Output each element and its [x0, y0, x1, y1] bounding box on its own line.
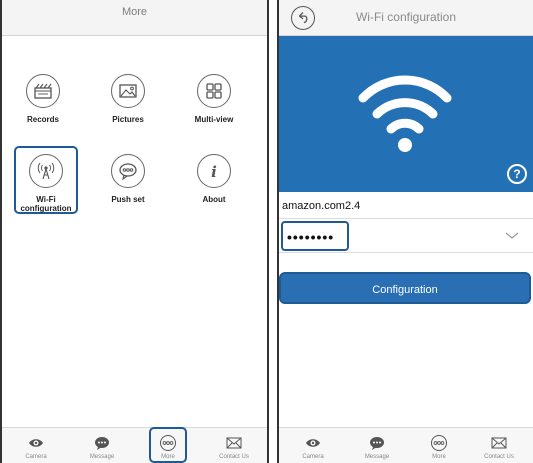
tab-contact-us[interactable]: Contact Us — [467, 428, 531, 463]
tab-contact-us[interactable]: Contact Us — [202, 428, 266, 463]
tab-camera-label: Camera — [25, 454, 47, 460]
tab-message[interactable]: Message — [70, 428, 134, 463]
page-title: Wi-Fi configuration — [355, 10, 457, 24]
envelope-icon — [226, 437, 242, 449]
ssid-field[interactable]: amazon.com2.4 — [282, 200, 360, 212]
push-set-item[interactable]: Push set — [98, 154, 158, 204]
records-label: Records — [26, 115, 59, 124]
more-dots-icon — [431, 435, 447, 451]
wifi-configuration-screen: Wi-Fi configuration ? amazon.com2.4 ••••… — [277, 0, 533, 463]
wifi-configuration-item[interactable]: Wi-Fi configuration — [16, 154, 76, 213]
pictures-icon — [111, 74, 145, 108]
password-field[interactable]: •••••••• — [281, 221, 349, 251]
configuration-button[interactable]: Configuration — [279, 272, 531, 304]
pictures-label: Pictures — [112, 115, 144, 124]
tab-bar: Camera Message More Contact Us — [279, 427, 533, 463]
tab-message[interactable]: Message — [345, 428, 409, 463]
camera-eye-icon — [306, 439, 320, 447]
password-divider — [279, 252, 533, 253]
wifi-navbar: Wi-Fi configuration — [279, 0, 533, 36]
tab-bar: Camera Message More Contact Us — [2, 427, 267, 463]
chevron-down-icon[interactable] — [505, 232, 519, 240]
tab-contact-us-label: Contact Us — [484, 454, 514, 460]
tab-camera[interactable]: Camera — [281, 428, 345, 463]
tab-more[interactable]: More — [407, 428, 471, 463]
more-tab-highlight — [149, 427, 187, 463]
about-label: About — [202, 195, 226, 204]
push-set-label: Push set — [111, 195, 145, 204]
tab-contact-us-label: Contact Us — [219, 454, 249, 460]
records-item[interactable]: Records — [13, 74, 73, 124]
ssid-divider — [279, 218, 533, 219]
about-item[interactable]: i About — [184, 154, 244, 204]
wifi-antenna-icon — [29, 154, 63, 188]
push-set-icon — [111, 154, 145, 188]
svg-text:i: i — [211, 163, 217, 181]
tab-camera[interactable]: Camera — [4, 428, 68, 463]
tab-message-label: Message — [364, 454, 390, 460]
envelope-icon — [491, 437, 507, 449]
multi-view-item[interactable]: Multi-view — [184, 74, 244, 124]
tab-more-label: More — [432, 454, 446, 460]
message-bubble-icon — [370, 437, 384, 450]
camera-eye-icon — [29, 439, 43, 447]
wifi-configuration-label: Wi-Fi configuration — [20, 195, 72, 213]
info-icon: i — [197, 154, 231, 188]
more-navbar: More — [2, 0, 267, 36]
multi-view-label: Multi-view — [194, 115, 234, 124]
more-screen: More Records Pictures Multi-view Wi-Fi c… — [0, 0, 269, 463]
wifi-banner: ? — [279, 36, 533, 192]
multi-view-icon — [197, 74, 231, 108]
page-title: More — [121, 6, 148, 18]
pictures-item[interactable]: Pictures — [98, 74, 158, 124]
password-value: •••••••• — [287, 229, 335, 245]
help-icon[interactable]: ? — [507, 164, 527, 184]
tab-message-label: Message — [89, 454, 115, 460]
wifi-signal-icon — [358, 75, 452, 152]
records-icon — [26, 74, 60, 108]
tab-camera-label: Camera — [302, 454, 324, 460]
message-bubble-icon — [95, 437, 109, 450]
